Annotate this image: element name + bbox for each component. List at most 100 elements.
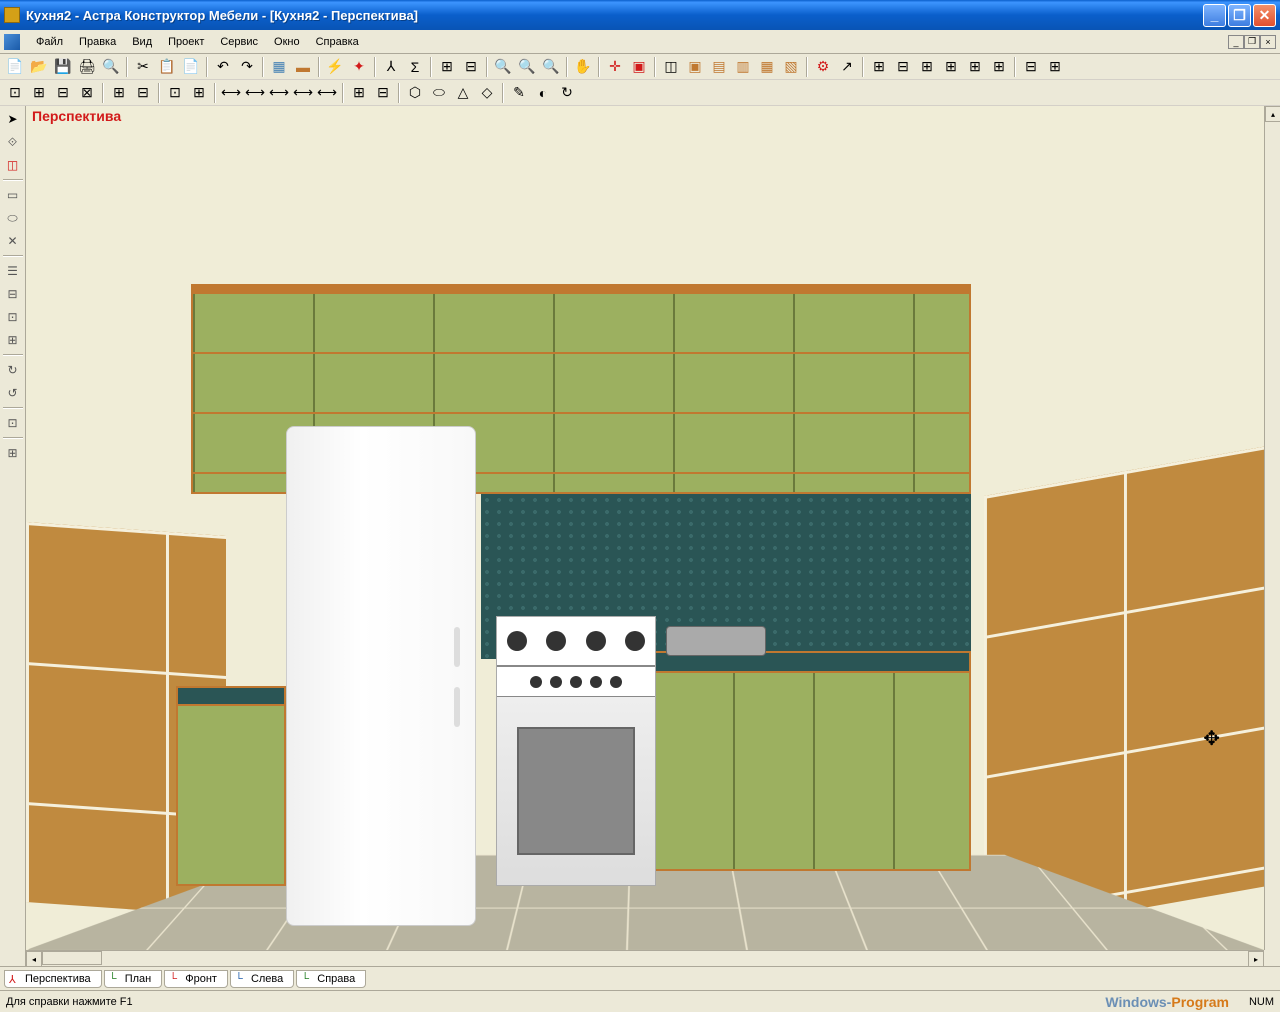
tool-icon[interactable]: ⊟ <box>132 82 154 104</box>
tool-icon[interactable]: ✦ <box>348 56 370 78</box>
tool-icon[interactable]: ⊡ <box>4 82 26 104</box>
tool-icon[interactable]: ▥ <box>732 56 754 78</box>
tool-icon[interactable]: ▣ <box>684 56 706 78</box>
tool-icon[interactable]: ☰ <box>2 260 24 282</box>
tab-perspective[interactable]: ⅄ Перспектива <box>4 970 102 988</box>
tool-icon[interactable]: ⊠ <box>76 82 98 104</box>
rectangle-icon[interactable]: ▭ <box>2 184 24 206</box>
layout-icon[interactable]: ⊞ <box>868 56 890 78</box>
pointer-icon[interactable]: ➤ <box>2 108 24 130</box>
menu-edit[interactable]: Правка <box>71 33 124 51</box>
open-file-icon[interactable]: 📂 <box>28 56 50 78</box>
scroll-right-button[interactable]: ▸ <box>1248 951 1264 966</box>
layout-icon[interactable]: ⊞ <box>940 56 962 78</box>
rotate-icon[interactable]: ↻ <box>2 359 24 381</box>
menu-view[interactable]: Вид <box>124 33 160 51</box>
tool-icon[interactable]: ⊟ <box>460 56 482 78</box>
menu-help[interactable]: Справка <box>308 33 367 51</box>
menu-project[interactable]: Проект <box>160 33 212 51</box>
tool-icon[interactable]: ⊞ <box>108 82 130 104</box>
sum-icon[interactable]: Σ <box>404 56 426 78</box>
dimension-icon[interactable]: ⟷ <box>316 82 338 104</box>
viewport-3d[interactable]: Перспектива <box>26 106 1280 966</box>
new-file-icon[interactable]: 📄 <box>4 56 26 78</box>
cylinder-icon[interactable]: ⬭ <box>428 82 450 104</box>
redo-icon[interactable]: ↷ <box>236 56 258 78</box>
mdi-close-button[interactable]: × <box>1260 35 1276 49</box>
scroll-thumb[interactable] <box>42 951 102 965</box>
menu-window[interactable]: Окно <box>266 33 308 51</box>
tool-icon[interactable]: ▦ <box>756 56 778 78</box>
zoom-fit-icon[interactable]: 🔍 <box>540 56 562 78</box>
layout-icon[interactable]: ⊟ <box>1020 56 1042 78</box>
tool-icon[interactable]: ⊡ <box>2 306 24 328</box>
tool-icon[interactable]: ⊞ <box>188 82 210 104</box>
tool-icon[interactable]: ↗ <box>836 56 858 78</box>
cone-icon[interactable]: △ <box>452 82 474 104</box>
materials-icon[interactable]: ▬ <box>292 56 314 78</box>
tool-icon[interactable]: ⚡ <box>324 56 346 78</box>
rotate-icon[interactable]: ↺ <box>2 382 24 404</box>
tool-icon[interactable]: ◫ <box>2 154 24 176</box>
mdi-minimize-button[interactable]: _ <box>1228 35 1244 49</box>
grid-icon[interactable]: ▦ <box>268 56 290 78</box>
tool-icon[interactable]: ⊞ <box>28 82 50 104</box>
target-icon[interactable]: ✛ <box>604 56 626 78</box>
dimension-icon[interactable]: ⟷ <box>268 82 290 104</box>
tool-icon[interactable]: ⊞ <box>2 442 24 464</box>
pan-icon[interactable]: ✋ <box>572 56 594 78</box>
dimension-icon[interactable]: ⟷ <box>220 82 242 104</box>
zoom-in-icon[interactable]: 🔍 <box>492 56 514 78</box>
scroll-left-button[interactable]: ◂ <box>26 951 42 966</box>
vertical-scrollbar[interactable]: ▴ <box>1264 106 1280 950</box>
layout-icon[interactable]: ⊞ <box>988 56 1010 78</box>
horizontal-scrollbar[interactable]: ◂ ▸ <box>26 950 1264 966</box>
shape-icon[interactable]: ◇ <box>476 82 498 104</box>
layout-icon[interactable]: ⊞ <box>964 56 986 78</box>
zoom-out-icon[interactable]: 🔍 <box>516 56 538 78</box>
preview-icon[interactable]: 🔍 <box>100 56 122 78</box>
tool-icon[interactable]: ⊟ <box>372 82 394 104</box>
tool-icon[interactable]: ⟐ <box>2 131 24 153</box>
tool-icon[interactable]: ⚙ <box>812 56 834 78</box>
undo-icon[interactable]: ↶ <box>212 56 234 78</box>
tool-icon[interactable]: ⊡ <box>164 82 186 104</box>
tool-icon[interactable]: ▧ <box>780 56 802 78</box>
close-button[interactable]: ✕ <box>1253 4 1276 27</box>
save-icon[interactable]: 💾 <box>52 56 74 78</box>
print-icon[interactable]: 🖨 <box>76 56 98 78</box>
minimize-button[interactable]: _ <box>1203 4 1226 27</box>
tool-icon[interactable]: ↻ <box>556 82 578 104</box>
cut-icon[interactable]: ✂ <box>132 56 154 78</box>
dimension-icon[interactable]: ⟷ <box>292 82 314 104</box>
paste-icon[interactable]: 📄 <box>180 56 202 78</box>
scroll-up-button[interactable]: ▴ <box>1265 106 1280 122</box>
dimension-icon[interactable]: ⟷ <box>244 82 266 104</box>
menu-file[interactable]: Файл <box>28 33 71 51</box>
maximize-button[interactable]: ❐ <box>1228 4 1251 27</box>
mdi-restore-button[interactable]: ❐ <box>1244 35 1260 49</box>
tool-icon[interactable]: ⊟ <box>2 283 24 305</box>
layout-icon[interactable]: ⊞ <box>916 56 938 78</box>
ellipse-icon[interactable]: ⬭ <box>2 207 24 229</box>
tool-icon[interactable]: ◫ <box>660 56 682 78</box>
tool-icon[interactable]: ✎ <box>508 82 530 104</box>
hierarchy-icon[interactable]: ⅄ <box>380 56 402 78</box>
tool-icon[interactable]: ▣ <box>628 56 650 78</box>
tool-icon[interactable]: ▤ <box>708 56 730 78</box>
tab-front[interactable]: └ Фронт <box>164 970 228 988</box>
tab-plan[interactable]: └ План <box>104 970 163 988</box>
cube-icon[interactable]: ⬡ <box>404 82 426 104</box>
tool-icon[interactable]: ⊞ <box>2 329 24 351</box>
layout-icon[interactable]: ⊟ <box>892 56 914 78</box>
tool-icon[interactable]: ⊡ <box>2 412 24 434</box>
tool-icon[interactable]: ⊞ <box>436 56 458 78</box>
menu-service[interactable]: Сервис <box>212 33 266 51</box>
tool-icon[interactable]: ◐ <box>532 82 554 104</box>
copy-icon[interactable]: 📋 <box>156 56 178 78</box>
tab-left[interactable]: └ Слева <box>230 970 294 988</box>
tab-right[interactable]: └ Справа <box>296 970 366 988</box>
tool-icon[interactable]: ✕ <box>2 230 24 252</box>
layout-icon[interactable]: ⊞ <box>1044 56 1066 78</box>
tool-icon[interactable]: ⊟ <box>52 82 74 104</box>
